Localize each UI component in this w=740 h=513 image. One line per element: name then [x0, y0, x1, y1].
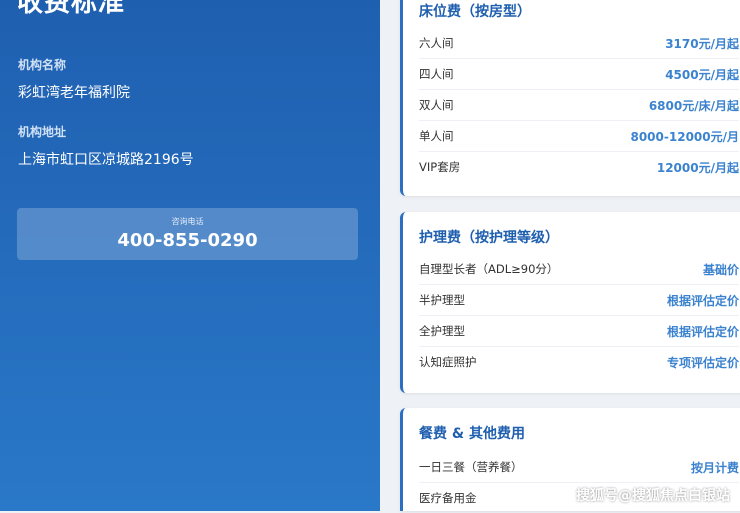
row-name: 认知症照护: [419, 355, 477, 369]
table-row: 半护理型 根据评估定价: [419, 285, 739, 316]
table-row: 六人间 3170元/月起: [419, 28, 739, 59]
row-value: 根据评估定价: [666, 324, 739, 339]
row-name: 自理型长者（ADL≥90分）: [419, 262, 559, 276]
table-row: 四人间 4500元/月起: [419, 59, 739, 90]
row-value: 12000元/月起: [656, 160, 739, 175]
row-value: 按月计费: [690, 460, 739, 475]
bed-fee-title: 床位费（按房型）: [419, 4, 531, 20]
bed-fee-card: 床位费（按房型） 六人间 3170元/月起 四人间 4500元/月起 双人间 6…: [400, 0, 740, 196]
table-row: 单人间 8000-12000元/月: [419, 121, 739, 152]
page-title: 收费标准: [17, 0, 126, 18]
row-value: 专项评估定价: [666, 355, 739, 370]
org-address-label: 机构地址: [18, 125, 67, 139]
table-row: 双人间 6800元/床/月起: [419, 90, 739, 121]
row-value: 3170元/月起: [665, 36, 739, 51]
table-row: VIP套房 12000元/月起: [419, 152, 739, 182]
other-fee-title: 餐费 & 其他费用: [419, 426, 525, 442]
phone-label: 咨询电话: [171, 217, 204, 226]
row-value: 基础价: [702, 262, 739, 277]
phone-number[interactable]: 400-855-0290: [17, 230, 358, 252]
watermark: 搜狐号@搜狐焦点白银站: [576, 488, 730, 504]
row-name: 单人间: [419, 129, 454, 143]
row-name: 医疗备用金: [419, 491, 477, 505]
table-row: 自理型长者（ADL≥90分） 基础价: [419, 254, 739, 285]
row-name: 一日三餐（营养餐）: [419, 460, 523, 474]
org-name: 彩虹湾老年福利院: [18, 85, 130, 101]
table-row: 认知症照护 专项评估定价: [419, 347, 739, 377]
row-name: 全护理型: [419, 324, 465, 338]
right-panel: 床位费（按房型） 六人间 3170元/月起 四人间 4500元/月起 双人间 6…: [380, 0, 740, 511]
org-address: 上海市虹口区凉城路2196号: [18, 152, 194, 168]
row-name: VIP套房: [419, 160, 461, 174]
phone-box[interactable]: 咨询电话 400-855-0290: [17, 208, 358, 260]
row-value: 6800元/床/月起: [648, 98, 739, 113]
left-panel: 收费标准 机构名称 彩虹湾老年福利院 机构地址 上海市虹口区凉城路2196号 咨…: [0, 0, 380, 511]
row-name: 双人间: [419, 98, 454, 112]
row-value: 8000-12000元/月: [630, 129, 739, 144]
row-name: 四人间: [419, 67, 454, 81]
org-name-label: 机构名称: [18, 58, 67, 72]
table-row: 一日三餐（营养餐） 按月计费: [419, 452, 739, 483]
row-name: 半护理型: [419, 293, 465, 307]
row-value: 4500元/月起: [665, 67, 739, 82]
care-fee-card: 护理费（按护理等级） 自理型长者（ADL≥90分） 基础价 半护理型 根据评估定…: [400, 212, 740, 393]
row-value: 根据评估定价: [666, 293, 739, 308]
care-fee-title: 护理费（按护理等级）: [419, 230, 559, 246]
table-row: 全护理型 根据评估定价: [419, 316, 739, 347]
row-name: 六人间: [419, 36, 454, 50]
